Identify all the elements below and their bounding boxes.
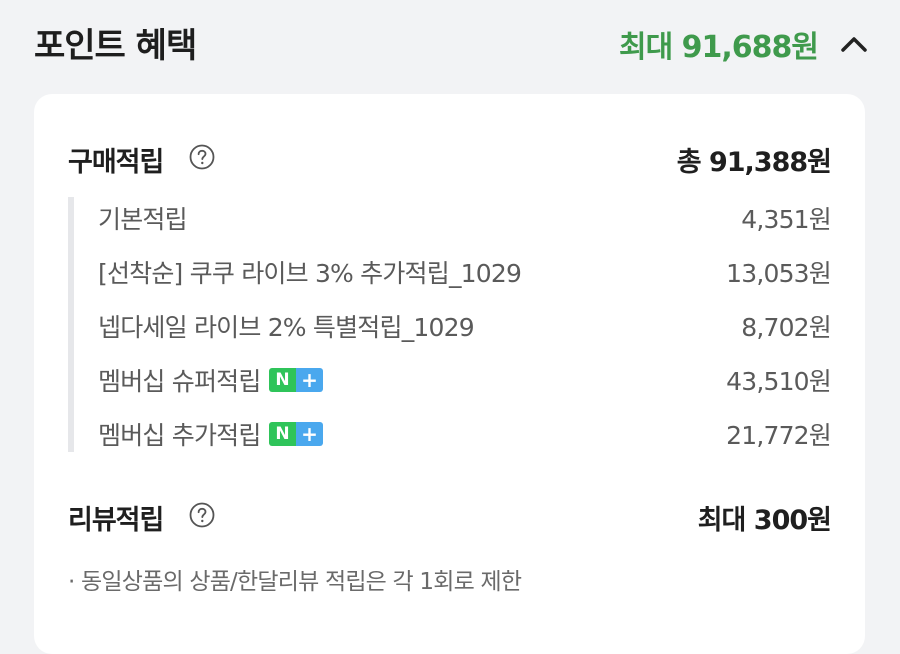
list-item-label: 넵다세일 라이브 2% 특별적립_1029: [98, 313, 475, 342]
point-benefit-header[interactable]: 포인트 혜택 최대 91,688원: [0, 0, 900, 84]
badge-plus: +: [295, 368, 323, 392]
max-total-amount: 최대 91,688원: [618, 30, 819, 65]
list-item-label: 기본적립: [98, 205, 188, 234]
list-item-label-text: 멤버십 슈퍼적립: [98, 367, 261, 396]
purchase-section-title: 구매적립: [68, 147, 164, 178]
badge-n: N: [268, 368, 296, 392]
list-item: 멤버십 슈퍼적립 N + 43,510원: [98, 358, 832, 398]
page-title: 포인트 혜택: [34, 26, 197, 66]
chevron-up-icon[interactable]: [836, 26, 872, 62]
list-item-amount: 13,053원: [726, 259, 832, 288]
list-item-amount: 21,772원: [726, 421, 832, 450]
list-item-amount: 8,702원: [741, 313, 832, 342]
list-item: 기본적립 4,351원: [98, 196, 832, 236]
list-item-label-text: 멤버십 추가적립: [98, 421, 261, 450]
list-item: 멤버십 추가적립 N + 21,772원: [98, 412, 832, 452]
purchase-total-amount: 총 91,388원: [676, 147, 832, 178]
review-section-title: 리뷰적립: [68, 505, 164, 536]
list-item-amount: 43,510원: [726, 367, 832, 396]
list-item-label: 멤버십 추가적립 N +: [98, 416, 323, 452]
naver-plus-membership-badge: N +: [268, 368, 323, 392]
list-item-label: 멤버십 슈퍼적립 N +: [98, 362, 323, 398]
list-item-amount: 4,351원: [741, 205, 832, 234]
question-circle-icon[interactable]: [189, 502, 215, 528]
purchase-items-divider: [68, 197, 74, 452]
list-item-label: [선착순] 쿠쿠 라이브 3% 추가적립_1029: [98, 259, 522, 288]
badge-n: N: [268, 422, 296, 446]
badge-plus: +: [295, 422, 323, 446]
list-item: [선착순] 쿠쿠 라이브 3% 추가적립_1029 13,053원: [98, 250, 832, 290]
review-limit-note: · 동일상품의 상품/한달리뷰 적립은 각 1회로 제한: [68, 569, 522, 595]
list-item: 넵다세일 라이브 2% 특별적립_1029 8,702원: [98, 304, 832, 344]
point-benefit-card: 구매적립 총 91,388원 기본적립 4,351원 [선착순] 쿠쿠 라이브 …: [34, 94, 865, 654]
naver-plus-membership-badge: N +: [268, 422, 323, 446]
question-circle-icon[interactable]: [189, 144, 215, 170]
review-max-amount: 최대 300원: [697, 505, 832, 536]
